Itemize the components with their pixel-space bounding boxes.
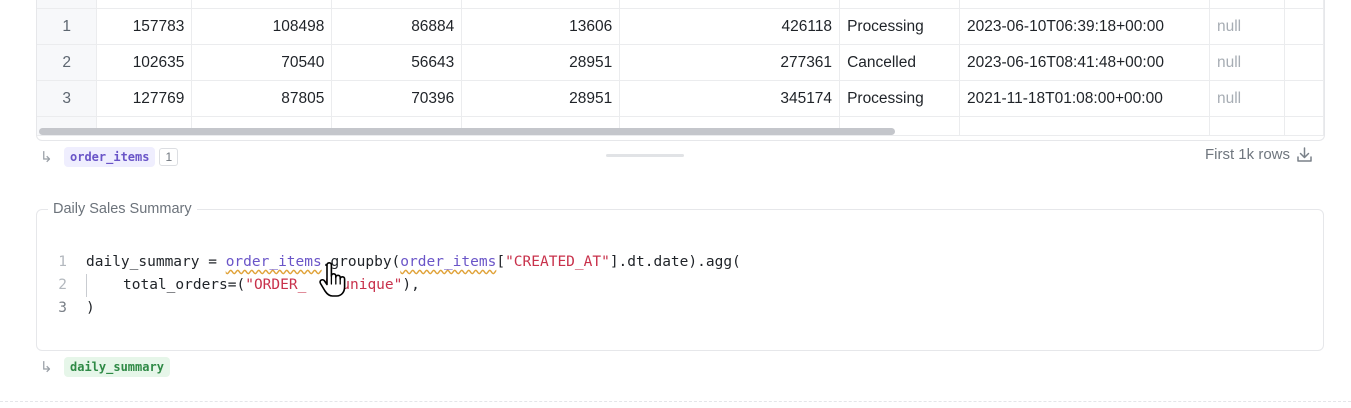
table-cell[interactable]: 70540 [191, 44, 333, 81]
table-row[interactable]: 1 157783 108498 86884 13606 426118 Proce… [37, 8, 1324, 45]
table-cell[interactable]: 2023-06-10T06:39:18+00:00 [959, 8, 1210, 45]
code-token: total_orders=( [123, 277, 246, 293]
table-cell[interactable]: 108498 [191, 8, 333, 45]
code-token: [ [496, 254, 506, 270]
table-cell[interactable]: 426118 [619, 8, 841, 45]
code-token: ].dt.date).agg( [609, 254, 741, 270]
row-index: 1 [37, 8, 98, 45]
table-cell[interactable]: 70396 [331, 80, 463, 117]
output-count-badge: 1 [159, 148, 179, 166]
code-variable-token[interactable]: order_items [400, 251, 496, 274]
line-number: 3 [58, 300, 67, 316]
table-cell[interactable]: 102635 [96, 44, 193, 81]
table-cell[interactable]: 2023-06-16T08:41:48+00:00 [959, 44, 1210, 81]
cell-output-row: ↳ order_items 1 [40, 147, 179, 167]
table-cell[interactable]: 56643 [331, 44, 463, 81]
return-arrow-icon: ↳ [40, 149, 53, 166]
table-cell[interactable]: 277361 [619, 44, 841, 81]
first-rows-download-button[interactable]: First 1k rows [1205, 146, 1313, 163]
table-cell[interactable]: 28951 [461, 80, 621, 117]
data-grid: 1 157783 108498 86884 13606 426118 Proce… [37, 0, 1324, 136]
table-row [37, 0, 1324, 9]
table-cell[interactable]: 13606 [461, 8, 621, 45]
dataframe-table: 1 157783 108498 86884 13606 426118 Proce… [36, 0, 1325, 141]
table-row[interactable]: 2 102635 70540 56643 28951 277361 Cancel… [37, 44, 1324, 81]
table-cell[interactable]: 127769 [96, 80, 193, 117]
code-cell[interactable]: Daily Sales Summary 1 daily_summary = or… [36, 201, 1324, 351]
horizontal-scrollbar[interactable] [37, 128, 1324, 136]
code-string-token: "CREATED_AT" [505, 254, 610, 270]
code-string-token: "ORDER_ [245, 277, 307, 293]
table-cell[interactable]: 87805 [191, 80, 333, 117]
output-variable-chip[interactable]: order_items [64, 147, 156, 167]
code-editor[interactable]: 1 daily_summary = order_items .groupby(or… [37, 251, 741, 320]
code-line[interactable]: 2 total_orders=("ORDER_ "nunique"), [37, 274, 741, 297]
code-token: ), [402, 277, 420, 293]
table-cell[interactable]: 2021-11-18T01:08:00+00:00 [959, 80, 1210, 117]
cell-title[interactable]: Daily Sales Summary [48, 201, 197, 217]
table-cell[interactable]: Processing [839, 8, 961, 45]
code-token: ) [86, 300, 95, 316]
scrollbar-thumb[interactable] [39, 128, 895, 135]
hand-pointer-cursor-icon [319, 262, 346, 297]
table-cell[interactable]: 28951 [461, 44, 621, 81]
indent-guide [86, 274, 87, 297]
table-cell[interactable]: null [1209, 80, 1285, 117]
code-variable-token[interactable]: order_items [226, 251, 322, 274]
download-icon [1297, 146, 1312, 162]
row-index: 3 [37, 80, 98, 117]
code-token: daily_summary = [86, 254, 226, 270]
line-number: 1 [58, 254, 67, 270]
table-cell[interactable]: null [1209, 8, 1285, 45]
resize-handle[interactable] [606, 154, 684, 157]
row-index: 2 [37, 44, 98, 81]
return-arrow-icon: ↳ [40, 359, 53, 376]
table-cell[interactable]: 157783 [96, 8, 193, 45]
table-cell[interactable]: null [1209, 44, 1285, 81]
output-variable-chip[interactable]: daily_summary [64, 357, 170, 377]
table-row[interactable]: 3 127769 87805 70396 28951 345174 Proces… [37, 80, 1324, 117]
table-cell[interactable]: 86884 [331, 8, 463, 45]
cell-output-row: ↳ daily_summary [40, 357, 170, 377]
first-rows-label: First 1k rows [1204, 146, 1290, 163]
code-line[interactable]: 1 daily_summary = order_items .groupby(or… [37, 251, 741, 274]
table-cell[interactable]: 345174 [619, 80, 841, 117]
table-cell[interactable]: Processing [839, 80, 961, 117]
table-cell[interactable]: Cancelled [839, 44, 961, 81]
cell-divider [0, 401, 1351, 402]
line-number: 2 [58, 277, 67, 293]
code-line[interactable]: 3 ) [37, 297, 741, 320]
